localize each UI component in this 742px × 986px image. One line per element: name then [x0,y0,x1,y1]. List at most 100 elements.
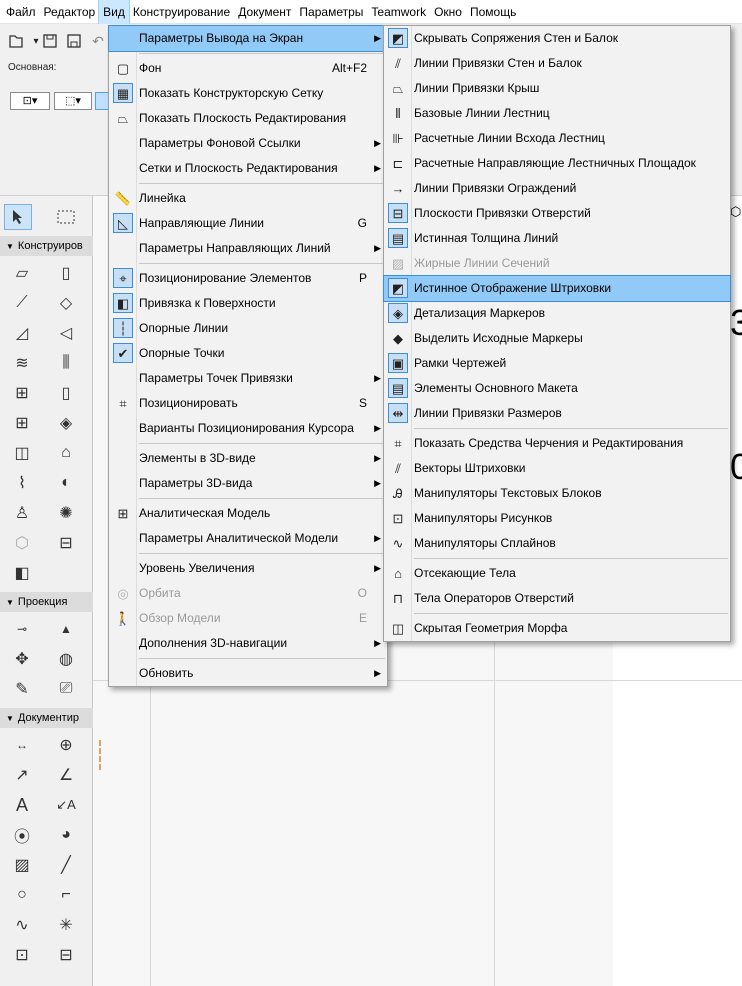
label-tool-icon[interactable]: ↙A [52,792,80,818]
menubar-item[interactable]: Файл [2,0,40,24]
menu-item[interactable]: Параметры Фоновой Ссылки ▶ [109,131,387,156]
menu-item[interactable]: ⌖ Позиционирование Элементов P [109,266,387,291]
menu-item[interactable]: ⌂ Отсекающие Тела [384,561,730,586]
menu-item[interactable]: ⫽ Линии Привязки Стен и Балок [384,51,730,76]
selection-method-button[interactable]: ⬚▾ [54,92,92,110]
menu-item[interactable]: Параметры Направляющих Линий ▶ [109,236,387,261]
menu-item[interactable]: → Линии Привязки Ограждений [384,176,730,201]
menu-item[interactable]: ⇹ Линии Привязки Размеров [384,401,730,426]
menu-item[interactable]: ◺ Направляющие Линии G [109,211,387,236]
menu-item[interactable]: ▣ Рамки Чертежей [384,351,730,376]
window-tool-icon[interactable]: ⊞ [8,410,36,436]
zone-tool-icon[interactable]: ⬡ [8,530,36,556]
menu-item[interactable]: Обновить ▶ [109,661,387,686]
shell-tool-icon[interactable]: ◁ [52,320,80,346]
lamp-tool-icon[interactable]: ✺ [52,500,80,526]
fill-tool-icon[interactable]: ◕ [52,822,80,848]
toolbox-section-design[interactable]: ▼ Конструиров [0,236,93,256]
camera-tool-icon[interactable]: ⎚ [52,676,80,702]
menu-item[interactable]: ┆ Опорные Линии [109,316,387,341]
menu-item[interactable]: ⊪ Расчетные Линии Всхода Лестниц [384,126,730,151]
door-tool-icon[interactable]: ▯ [52,380,80,406]
menu-item[interactable]: ∿ Манипуляторы Сплайнов [384,531,730,556]
railing-tool-icon[interactable]: ⫼ [52,350,80,376]
detail-tool-icon[interactable]: ✎ [8,676,36,702]
geometry-toggle-button[interactable] [95,92,109,110]
menu-item[interactable]: ⌗ Позиционировать S [109,391,387,416]
menu-item[interactable]: Параметры 3D-вида ▶ [109,471,387,496]
interior-elevation-tool-icon[interactable]: ✥ [8,646,36,672]
save-icon[interactable] [40,31,60,51]
section-tool-icon[interactable]: ⊸ [8,616,36,642]
radial-dimension-tool-icon[interactable]: ↗ [8,762,36,788]
menu-item[interactable]: ◎ Орбита O [109,581,387,606]
menu-item[interactable]: ⊟ Плоскости Привязки Отверстий [384,201,730,226]
menubar-item[interactable]: Конструирование [129,0,234,24]
arrow-tool-icon[interactable] [4,204,32,230]
menu-item[interactable]: ▨ Жирные Линии Сечений [384,251,730,276]
menubar-item[interactable]: Редактор [40,0,100,24]
menu-item[interactable]: Элементы в 3D-виде ▶ [109,446,387,471]
skylight-tool-icon[interactable]: ◈ [52,410,80,436]
dimension-tool-icon[interactable]: ↔ [8,732,36,758]
angle-dimension-tool-icon[interactable]: ∠ [52,762,80,788]
menu-item[interactable]: ⊞ Аналитическая Модель [109,501,387,526]
hotspot-tool-icon[interactable]: ✳ [52,912,80,938]
menu-item[interactable]: Ꭿ Манипуляторы Текстовых Блоков [384,481,730,506]
zone-stamp-tool-icon[interactable]: ⦿ [8,822,36,848]
toolbox-section-view[interactable]: ▼ Проекция [0,592,93,612]
menu-item[interactable]: ⊡ Манипуляторы Рисунков [384,506,730,531]
menu-item[interactable]: ◫ Скрытая Геометрия Морфа [384,616,730,641]
menu-item[interactable]: ▢ Фон Alt+F2 [109,56,387,81]
new-file-icon[interactable] [6,31,26,51]
menu-item[interactable]: ⫴ Базовые Линии Лестниц [384,101,730,126]
column-tool-icon[interactable]: ▯ [52,260,80,286]
drawing-tool-icon[interactable]: ⊟ [52,942,80,968]
corner-window-tool-icon[interactable]: ⌂ [52,440,80,466]
polyline-tool-icon[interactable]: ⌐ [52,882,80,908]
stair-tool-icon[interactable]: ≋ [8,350,36,376]
menu-item[interactable]: Дополнения 3D-навигации ▶ [109,631,387,656]
menu-item[interactable]: Параметры Точек Привязки ▶ [109,366,387,391]
line-tool-icon[interactable]: ╱ [52,852,80,878]
menu-item[interactable]: Сетки и Плоскость Редактирования ▶ [109,156,387,181]
menu-item[interactable]: ◧ Привязка к Поверхности [109,291,387,316]
morph-tool-icon[interactable]: ◐ [52,470,80,496]
menu-item[interactable]: Параметры Вывода на Экран ▶ [108,25,388,52]
wall-end-tool-icon[interactable]: ◫ [8,440,36,466]
toolbox-section-document[interactable]: ▼ Документир [0,708,93,728]
menu-item[interactable]: Параметры Аналитической Модели ▶ [109,526,387,551]
menubar-item[interactable]: Вид [98,0,130,25]
menu-item[interactable]: ⌗ Показать Средства Черчения и Редактиров… [384,431,730,456]
roof-tool-icon[interactable]: ◿ [8,320,36,346]
menu-item[interactable]: 🚶 Обзор Модели E [109,606,387,631]
level-dimension-tool-icon[interactable]: ⊕ [52,732,80,758]
circle-tool-icon[interactable]: ○ [8,882,36,908]
menu-item[interactable]: Уровень Увеличения ▶ [109,556,387,581]
menu-item[interactable]: Варианты Позиционирования Курсора ▶ [109,416,387,441]
menu-item[interactable]: ✔ Опорные Точки [109,341,387,366]
mesh-tool-icon[interactable]: ⌇ [8,470,36,496]
beam-tool-icon[interactable]: ⟋ [8,290,36,316]
figure-tool-icon[interactable]: ⊡ [8,942,36,968]
spline-tool-icon[interactable]: ∿ [8,912,36,938]
hatch-tool-icon[interactable]: ▨ [8,852,36,878]
menu-item[interactable]: ⏢ Линии Привязки Крыш [384,76,730,101]
curtain-grid-tool-icon[interactable]: ⊟ [52,530,80,556]
undo-icon[interactable]: ↶ [88,31,108,51]
elevation-tool-icon[interactable]: ▲ [52,616,80,642]
menubar-item[interactable]: Помощь [466,0,520,24]
text-tool-icon[interactable]: A [8,792,36,818]
menu-item[interactable]: ◈ Детализация Маркеров [384,301,730,326]
wall-tool-icon[interactable]: ▱ [8,260,36,286]
menu-item[interactable]: ⊏ Расчетные Направляющие Лестничных Площа… [384,151,730,176]
worksheet-tool-icon[interactable]: ◍ [52,646,80,672]
menu-item[interactable]: ⫽ Векторы Штриховки [384,456,730,481]
menu-item[interactable]: ▤ Элементы Основного Макета [384,376,730,401]
opening-tool-icon[interactable]: ◧ [8,560,36,586]
curtain-wall-tool-icon[interactable]: ⊞ [8,380,36,406]
menu-item[interactable]: ▤ Истинная Толщина Линий [384,226,730,251]
slab-tool-icon[interactable]: ◇ [52,290,80,316]
save-as-icon[interactable] [64,31,84,51]
menubar-item[interactable]: Teamwork [367,0,430,24]
